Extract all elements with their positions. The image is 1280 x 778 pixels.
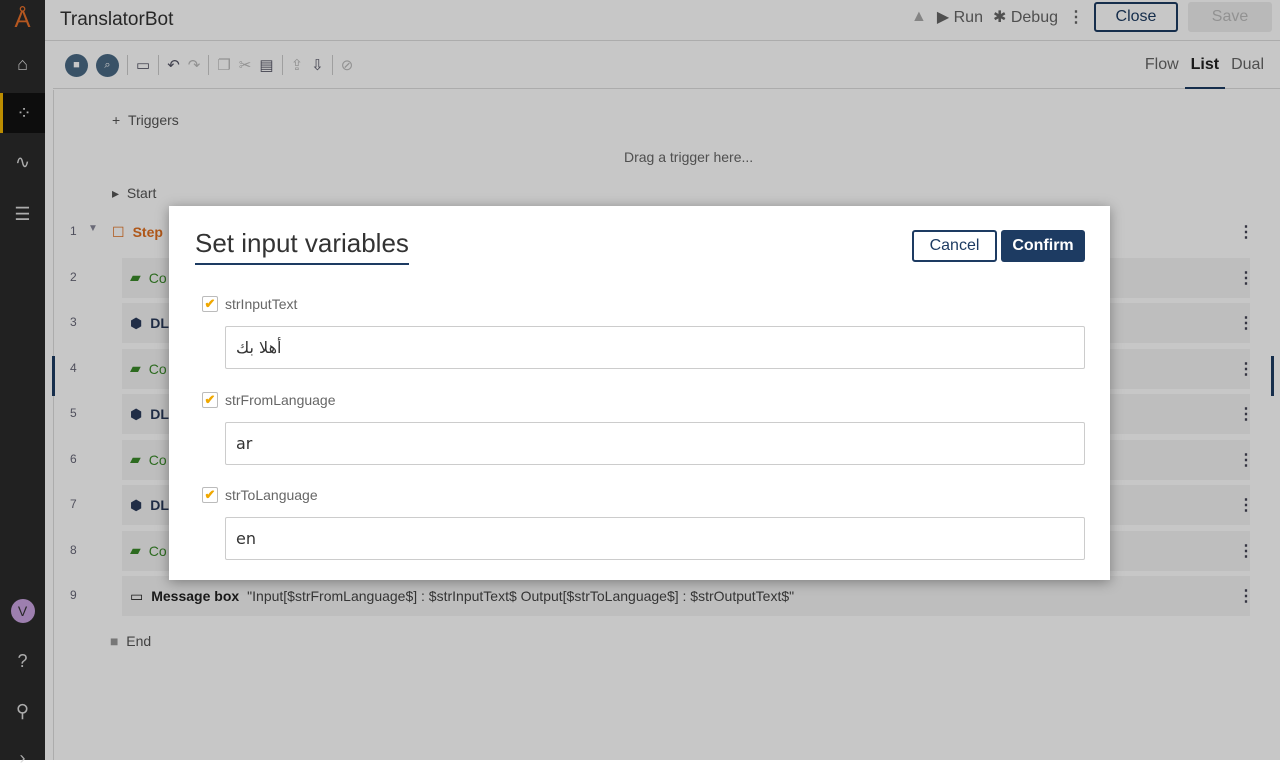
variable-value-input[interactable]: en: [225, 517, 1085, 560]
confirm-button[interactable]: Confirm: [1001, 230, 1085, 262]
variable-value: ar: [236, 433, 253, 453]
variable-name: strFromLanguage: [225, 391, 336, 408]
variable-checkbox[interactable]: ✔: [202, 487, 218, 503]
variable-checkbox[interactable]: ✔: [202, 296, 218, 312]
cancel-button[interactable]: Cancel: [912, 230, 997, 262]
variable-name: strInputText: [225, 296, 298, 312]
variable-value: en: [236, 529, 256, 548]
variable-value-input[interactable]: ar: [225, 421, 1085, 465]
dialog-title: Set input variables: [195, 228, 409, 265]
variable-value-input[interactable]: أهلا بك: [225, 326, 1085, 369]
variable-name: strToLanguage: [225, 487, 318, 503]
variable-checkbox[interactable]: ✔: [202, 391, 218, 408]
variable-value: أهلا بك: [236, 338, 282, 357]
set-input-variables-dialog: Set input variables Cancel Confirm ✔ str…: [169, 206, 1110, 580]
